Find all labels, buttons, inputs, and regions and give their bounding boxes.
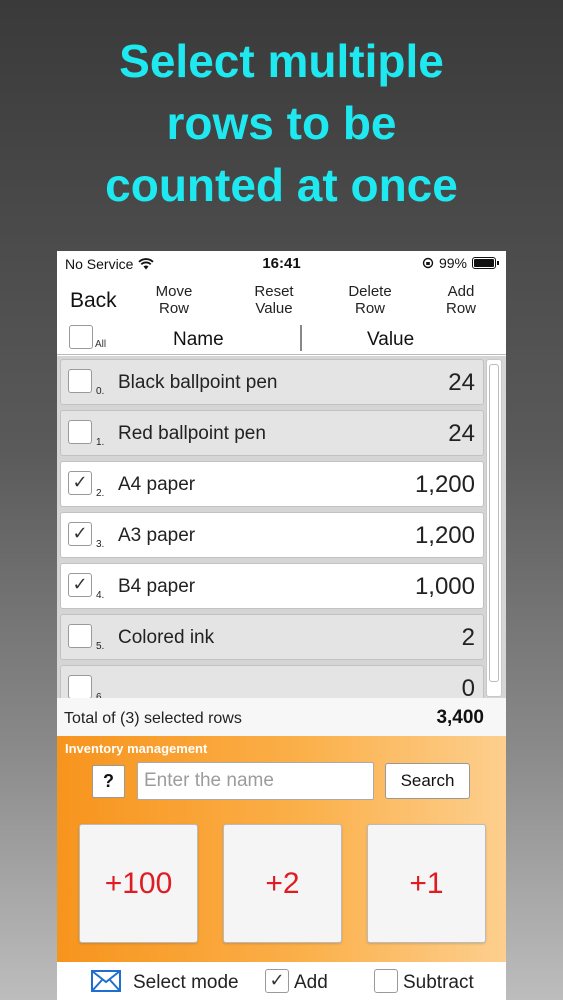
battery-icon xyxy=(472,257,499,269)
plus-2-button[interactable]: +2 xyxy=(223,824,342,943)
row-checkbox[interactable] xyxy=(68,420,92,444)
add-mode-label: Add xyxy=(294,972,328,993)
table-row[interactable]: 0. Black ballpoint pen 24 xyxy=(60,359,484,405)
row-checkbox[interactable] xyxy=(68,624,92,648)
toolbar: Back Move Row Reset Value Delete Row Add… xyxy=(57,281,506,321)
delete-row-button[interactable]: Delete Row xyxy=(330,283,410,317)
subtract-mode-label: Subtract xyxy=(403,972,474,993)
row-checkbox[interactable]: ✓ xyxy=(68,573,92,597)
row-value: 2 xyxy=(461,624,475,651)
row-value: 1,000 xyxy=(414,573,475,600)
orientation-lock-icon xyxy=(422,257,434,269)
table-row[interactable]: 6. 0 xyxy=(60,665,484,698)
battery-percent: 99% xyxy=(438,255,467,271)
table-row[interactable]: ✓ 3. A3 paper 1,200 xyxy=(60,512,484,558)
table-row[interactable]: 1. Red ballpoint pen 24 xyxy=(60,410,484,456)
plus-1-button[interactable]: +1 xyxy=(367,824,486,943)
headline: Select multiple rows to be counted at on… xyxy=(0,30,563,216)
row-name: B4 paper xyxy=(118,576,196,597)
row-value: 1,200 xyxy=(414,471,475,498)
reset-value-button[interactable]: Reset Value xyxy=(234,283,314,317)
row-index: 3. xyxy=(96,539,105,550)
select-all-checkbox[interactable] xyxy=(69,325,93,349)
status-right: 99% xyxy=(422,255,499,271)
row-value: 24 xyxy=(448,369,475,396)
headline-line-2: rows to be xyxy=(166,97,397,149)
row-checkbox[interactable] xyxy=(68,675,92,698)
status-bar: No Service 16:41 99% xyxy=(57,251,506,277)
envelope-icon[interactable] xyxy=(91,970,121,992)
table-row[interactable]: 5. Colored ink 2 xyxy=(60,614,484,660)
table-row[interactable]: ✓ 2. A4 paper 1,200 xyxy=(60,461,484,507)
add-mode-checkbox[interactable]: ✓ xyxy=(265,969,289,993)
table-row[interactable]: ✓ 4. B4 paper 1,000 xyxy=(60,563,484,609)
row-index: 1. xyxy=(96,437,105,448)
row-name: A3 paper xyxy=(118,525,196,546)
total-value: 3,400 xyxy=(436,707,484,728)
total-label: Total of (3) selected rows xyxy=(64,710,242,727)
select-mode-label: Select mode xyxy=(133,972,239,993)
headline-line-3: counted at once xyxy=(105,159,458,211)
table-header: All Name Value xyxy=(57,323,506,355)
item-list[interactable]: 6. 0 5. Colored ink 2 ✓ 4. B4 paper 1,000 ✓ 3. A3 p… xyxy=(57,356,506,698)
add-row-button[interactable]: Add Row xyxy=(421,283,501,317)
row-checkbox[interactable] xyxy=(68,369,92,393)
row-name: Red ballpoint pen xyxy=(118,423,266,444)
headline-line-1: Select multiple xyxy=(119,35,444,87)
column-divider xyxy=(300,325,302,351)
search-button[interactable]: Search xyxy=(385,763,470,799)
row-value: 1,200 xyxy=(414,522,475,549)
move-row-button[interactable]: Move Row xyxy=(134,283,214,317)
row-value: 24 xyxy=(448,420,475,447)
scrollbar-thumb[interactable] xyxy=(489,364,499,682)
row-checkbox[interactable]: ✓ xyxy=(68,471,92,495)
scrollbar[interactable] xyxy=(486,359,502,697)
help-button[interactable]: ? xyxy=(92,765,125,798)
row-value: 0 xyxy=(461,675,475,698)
plus-100-button[interactable]: +100 xyxy=(79,824,198,943)
total-bar: Total of (3) selected rows 3,400 xyxy=(57,698,506,736)
row-name: Colored ink xyxy=(118,627,215,648)
name-column-header: Name xyxy=(173,329,224,350)
row-index: 0. xyxy=(96,386,105,397)
panel-title: Inventory management xyxy=(65,741,208,756)
row-index: 2. xyxy=(96,488,105,499)
row-name: Black ballpoint pen xyxy=(118,372,278,393)
back-button[interactable]: Back xyxy=(70,289,117,313)
search-input[interactable] xyxy=(137,762,374,800)
row-checkbox[interactable]: ✓ xyxy=(68,522,92,546)
row-index: 5. xyxy=(96,641,105,652)
row-name: A4 paper xyxy=(118,474,196,495)
mode-bar: Select mode ✓ Add Subtract xyxy=(57,962,506,1000)
inventory-panel: Inventory management ? Search +100 +2 +1 xyxy=(57,736,506,962)
select-all-label: All xyxy=(95,339,107,350)
subtract-mode-checkbox[interactable] xyxy=(374,969,398,993)
row-index: 4. xyxy=(96,590,105,601)
app-screen: No Service 16:41 99% Back Move Row Reset… xyxy=(57,251,506,1000)
value-column-header: Value xyxy=(367,329,415,350)
